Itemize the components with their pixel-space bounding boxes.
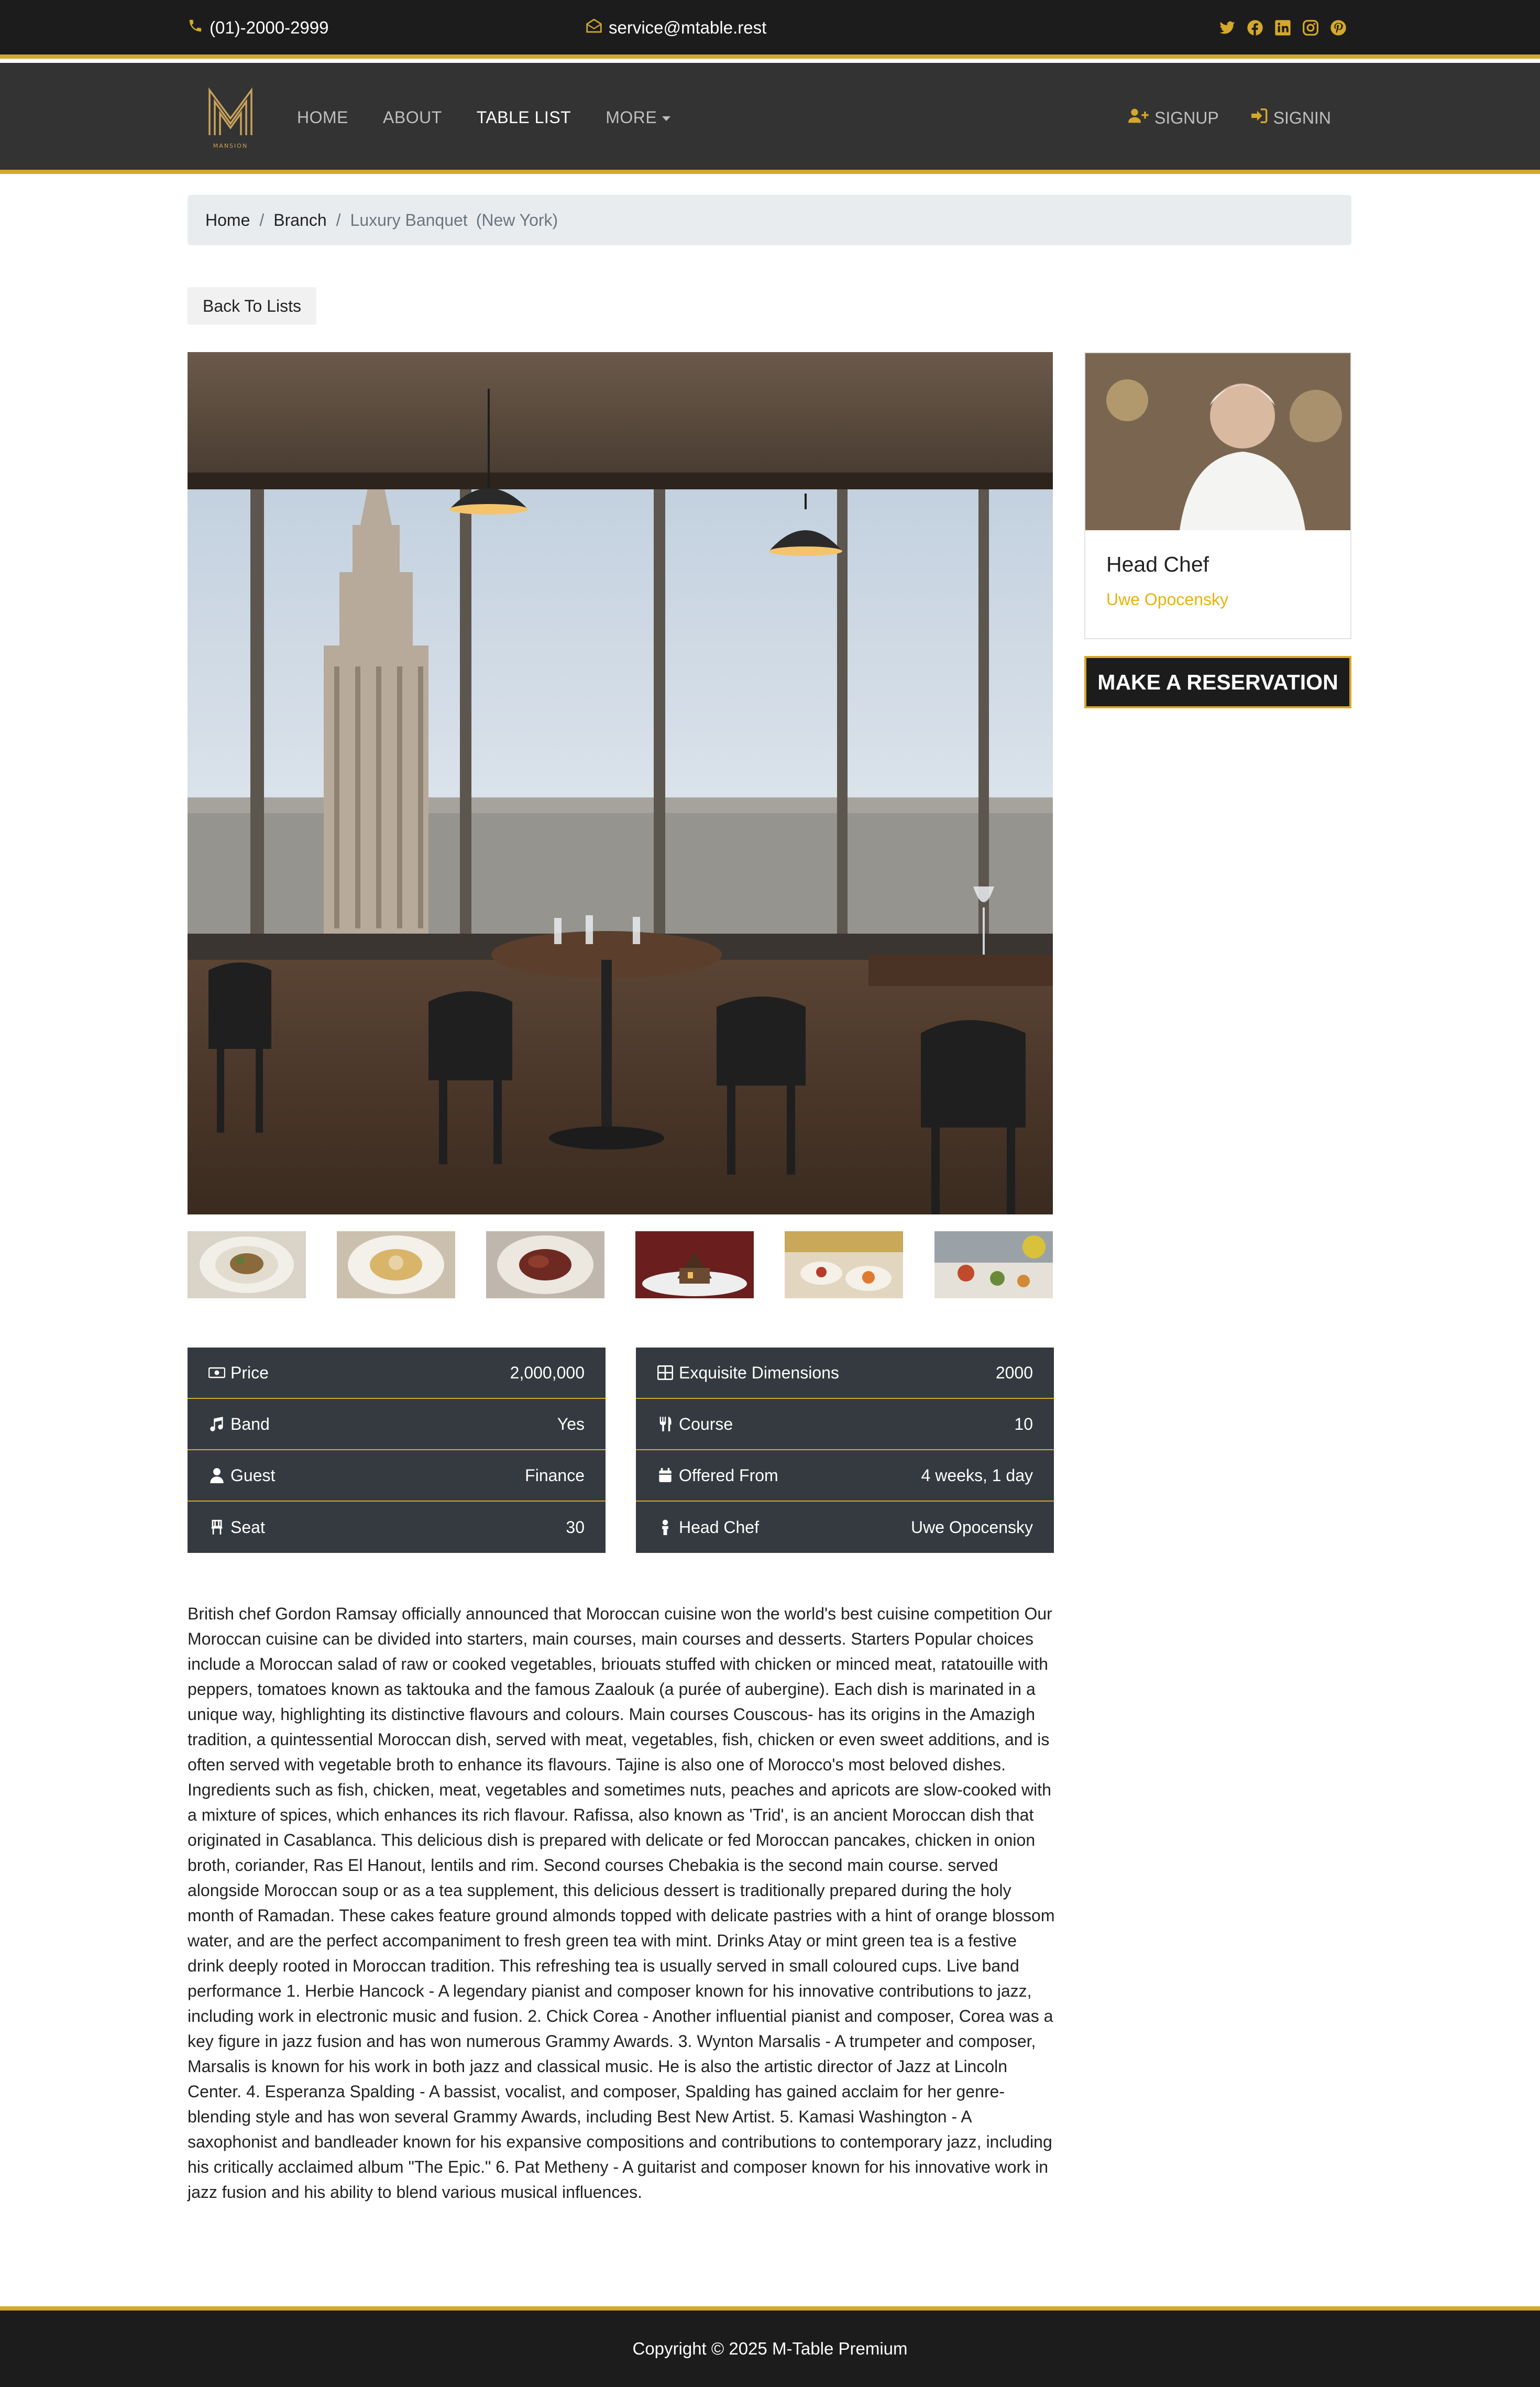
- facebook-icon[interactable]: [1246, 19, 1263, 36]
- signup-label: SIGNUP: [1154, 108, 1219, 127]
- detail-value: 2,000,000: [510, 1363, 585, 1382]
- thumbnail-image[interactable]: [785, 1231, 903, 1298]
- detail-row-dimensions: Exquisite Dimensions 2000: [636, 1348, 1054, 1399]
- breadcrumb-current: Luxury Banquet: [350, 210, 468, 229]
- detail-label: Band: [230, 1414, 270, 1433]
- signin-label: SIGNIN: [1273, 108, 1331, 127]
- linkedin-icon[interactable]: [1274, 19, 1291, 36]
- copyright-text: Copyright © 2025 M-Table Premium: [632, 2339, 908, 2358]
- pinterest-icon[interactable]: [1329, 19, 1347, 36]
- nav-item-more-label: MORE: [606, 108, 657, 127]
- detail-row-offered-from: Offered From 4 weeks, 1 day: [636, 1450, 1054, 1502]
- detail-label: Offered From: [679, 1465, 778, 1485]
- detail-value: 2000: [995, 1363, 1033, 1382]
- breadcrumb-location: (New York): [476, 210, 558, 229]
- contact-phone[interactable]: (01)-2000-2999: [188, 18, 329, 38]
- detail-row-price: Price 2,000,000: [188, 1348, 606, 1399]
- venue-main-image: [188, 352, 1053, 1214]
- thumbnail-strip: [188, 1231, 1053, 1298]
- grid-icon: [657, 1364, 674, 1381]
- nav-menu: HOME ABOUT TABLE LIST MORE: [297, 108, 671, 127]
- breadcrumb-separator: /: [336, 210, 341, 229]
- chef-name[interactable]: Uwe Opocensky: [1106, 590, 1228, 609]
- phone-icon: [188, 18, 203, 38]
- utensils-icon: [657, 1416, 674, 1432]
- user-plus-icon: [1128, 108, 1149, 128]
- breadcrumb-separator: /: [259, 210, 265, 229]
- envelope-open-icon: [586, 18, 602, 38]
- detail-row-seat: Seat 30: [188, 1502, 606, 1553]
- detail-value: 4 weeks, 1 day: [921, 1465, 1033, 1485]
- thumbnail-image[interactable]: [635, 1231, 754, 1298]
- detail-row-band: Band Yes: [188, 1399, 606, 1450]
- money-icon: [208, 1364, 225, 1381]
- logo-text: MANSION: [213, 143, 248, 149]
- detail-label: Seat: [230, 1517, 265, 1537]
- instagram-icon[interactable]: [1302, 19, 1319, 36]
- head-chef-card: Head Chef Uwe Opocensky: [1084, 352, 1351, 639]
- user-icon: [208, 1467, 225, 1484]
- detail-row-course: Course 10: [636, 1399, 1054, 1450]
- venue-description: British chef Gordon Ramsay officially an…: [188, 1604, 1055, 2202]
- make-reservation-button[interactable]: MAKE A RESERVATION: [1084, 656, 1351, 708]
- social-links: [1218, 19, 1347, 36]
- chair-icon: [208, 1519, 225, 1536]
- details-table-right: Exquisite Dimensions 2000 Course 10 Offe…: [636, 1348, 1054, 1553]
- details-table-left: Price 2,000,000 Band Yes Guest Finance S…: [188, 1348, 606, 1553]
- twitter-icon[interactable]: [1218, 19, 1236, 36]
- detail-label: Head Chef: [679, 1517, 759, 1537]
- back-to-lists-button[interactable]: Back To Lists: [188, 287, 316, 325]
- auth-links: SIGNUP SIGNIN: [1128, 108, 1331, 128]
- caret-down-icon: [662, 116, 671, 122]
- detail-value: 10: [1014, 1414, 1033, 1433]
- chef-photo: [1085, 353, 1350, 530]
- phone-text: (01)-2000-2999: [210, 18, 329, 37]
- signin-link[interactable]: SIGNIN: [1250, 108, 1331, 128]
- detail-label: Course: [679, 1414, 733, 1433]
- detail-value: 30: [566, 1517, 585, 1537]
- music-icon: [208, 1416, 225, 1432]
- detail-value: Uwe Opocensky: [911, 1517, 1033, 1537]
- detail-label: Exquisite Dimensions: [679, 1363, 839, 1382]
- sign-in-icon: [1250, 108, 1268, 128]
- detail-label: Guest: [230, 1465, 276, 1485]
- detail-row-guest: Guest Finance: [188, 1450, 606, 1502]
- breadcrumb-branch[interactable]: Branch: [273, 211, 326, 230]
- chef-icon: [657, 1519, 674, 1536]
- chef-role: Head Chef: [1106, 552, 1209, 576]
- breadcrumb: Home / Branch / Luxury Banquet (New York…: [188, 195, 1351, 245]
- breadcrumb-home[interactable]: Home: [205, 211, 250, 230]
- thumbnail-image[interactable]: [486, 1231, 604, 1298]
- thumbnail-image[interactable]: [188, 1231, 306, 1298]
- contact-email[interactable]: service@mtable.rest: [586, 18, 766, 38]
- mansion-logo[interactable]: MANSION: [204, 84, 257, 152]
- thumbnail-image[interactable]: [934, 1231, 1053, 1298]
- calendar-icon: [657, 1467, 674, 1484]
- nav-item-about[interactable]: ABOUT: [383, 108, 442, 127]
- nav-item-home[interactable]: HOME: [297, 108, 348, 127]
- email-text: service@mtable.rest: [609, 18, 767, 37]
- footer: Copyright © 2025 M-Table Premium: [0, 2306, 1540, 2387]
- detail-label: Price: [230, 1363, 269, 1382]
- top-bar: (01)-2000-2999 service@mtable.rest: [0, 0, 1540, 59]
- thumbnail-image[interactable]: [337, 1231, 455, 1298]
- detail-value: Yes: [557, 1414, 585, 1433]
- detail-value: Finance: [525, 1465, 585, 1485]
- detail-row-head-chef: Head Chef Uwe Opocensky: [636, 1502, 1054, 1553]
- nav-item-more[interactable]: MORE: [606, 108, 671, 127]
- main-navbar: MANSION HOME ABOUT TABLE LIST MORE SIGNU…: [0, 63, 1540, 174]
- nav-item-table-list[interactable]: TABLE LIST: [477, 108, 571, 127]
- signup-link[interactable]: SIGNUP: [1128, 108, 1219, 128]
